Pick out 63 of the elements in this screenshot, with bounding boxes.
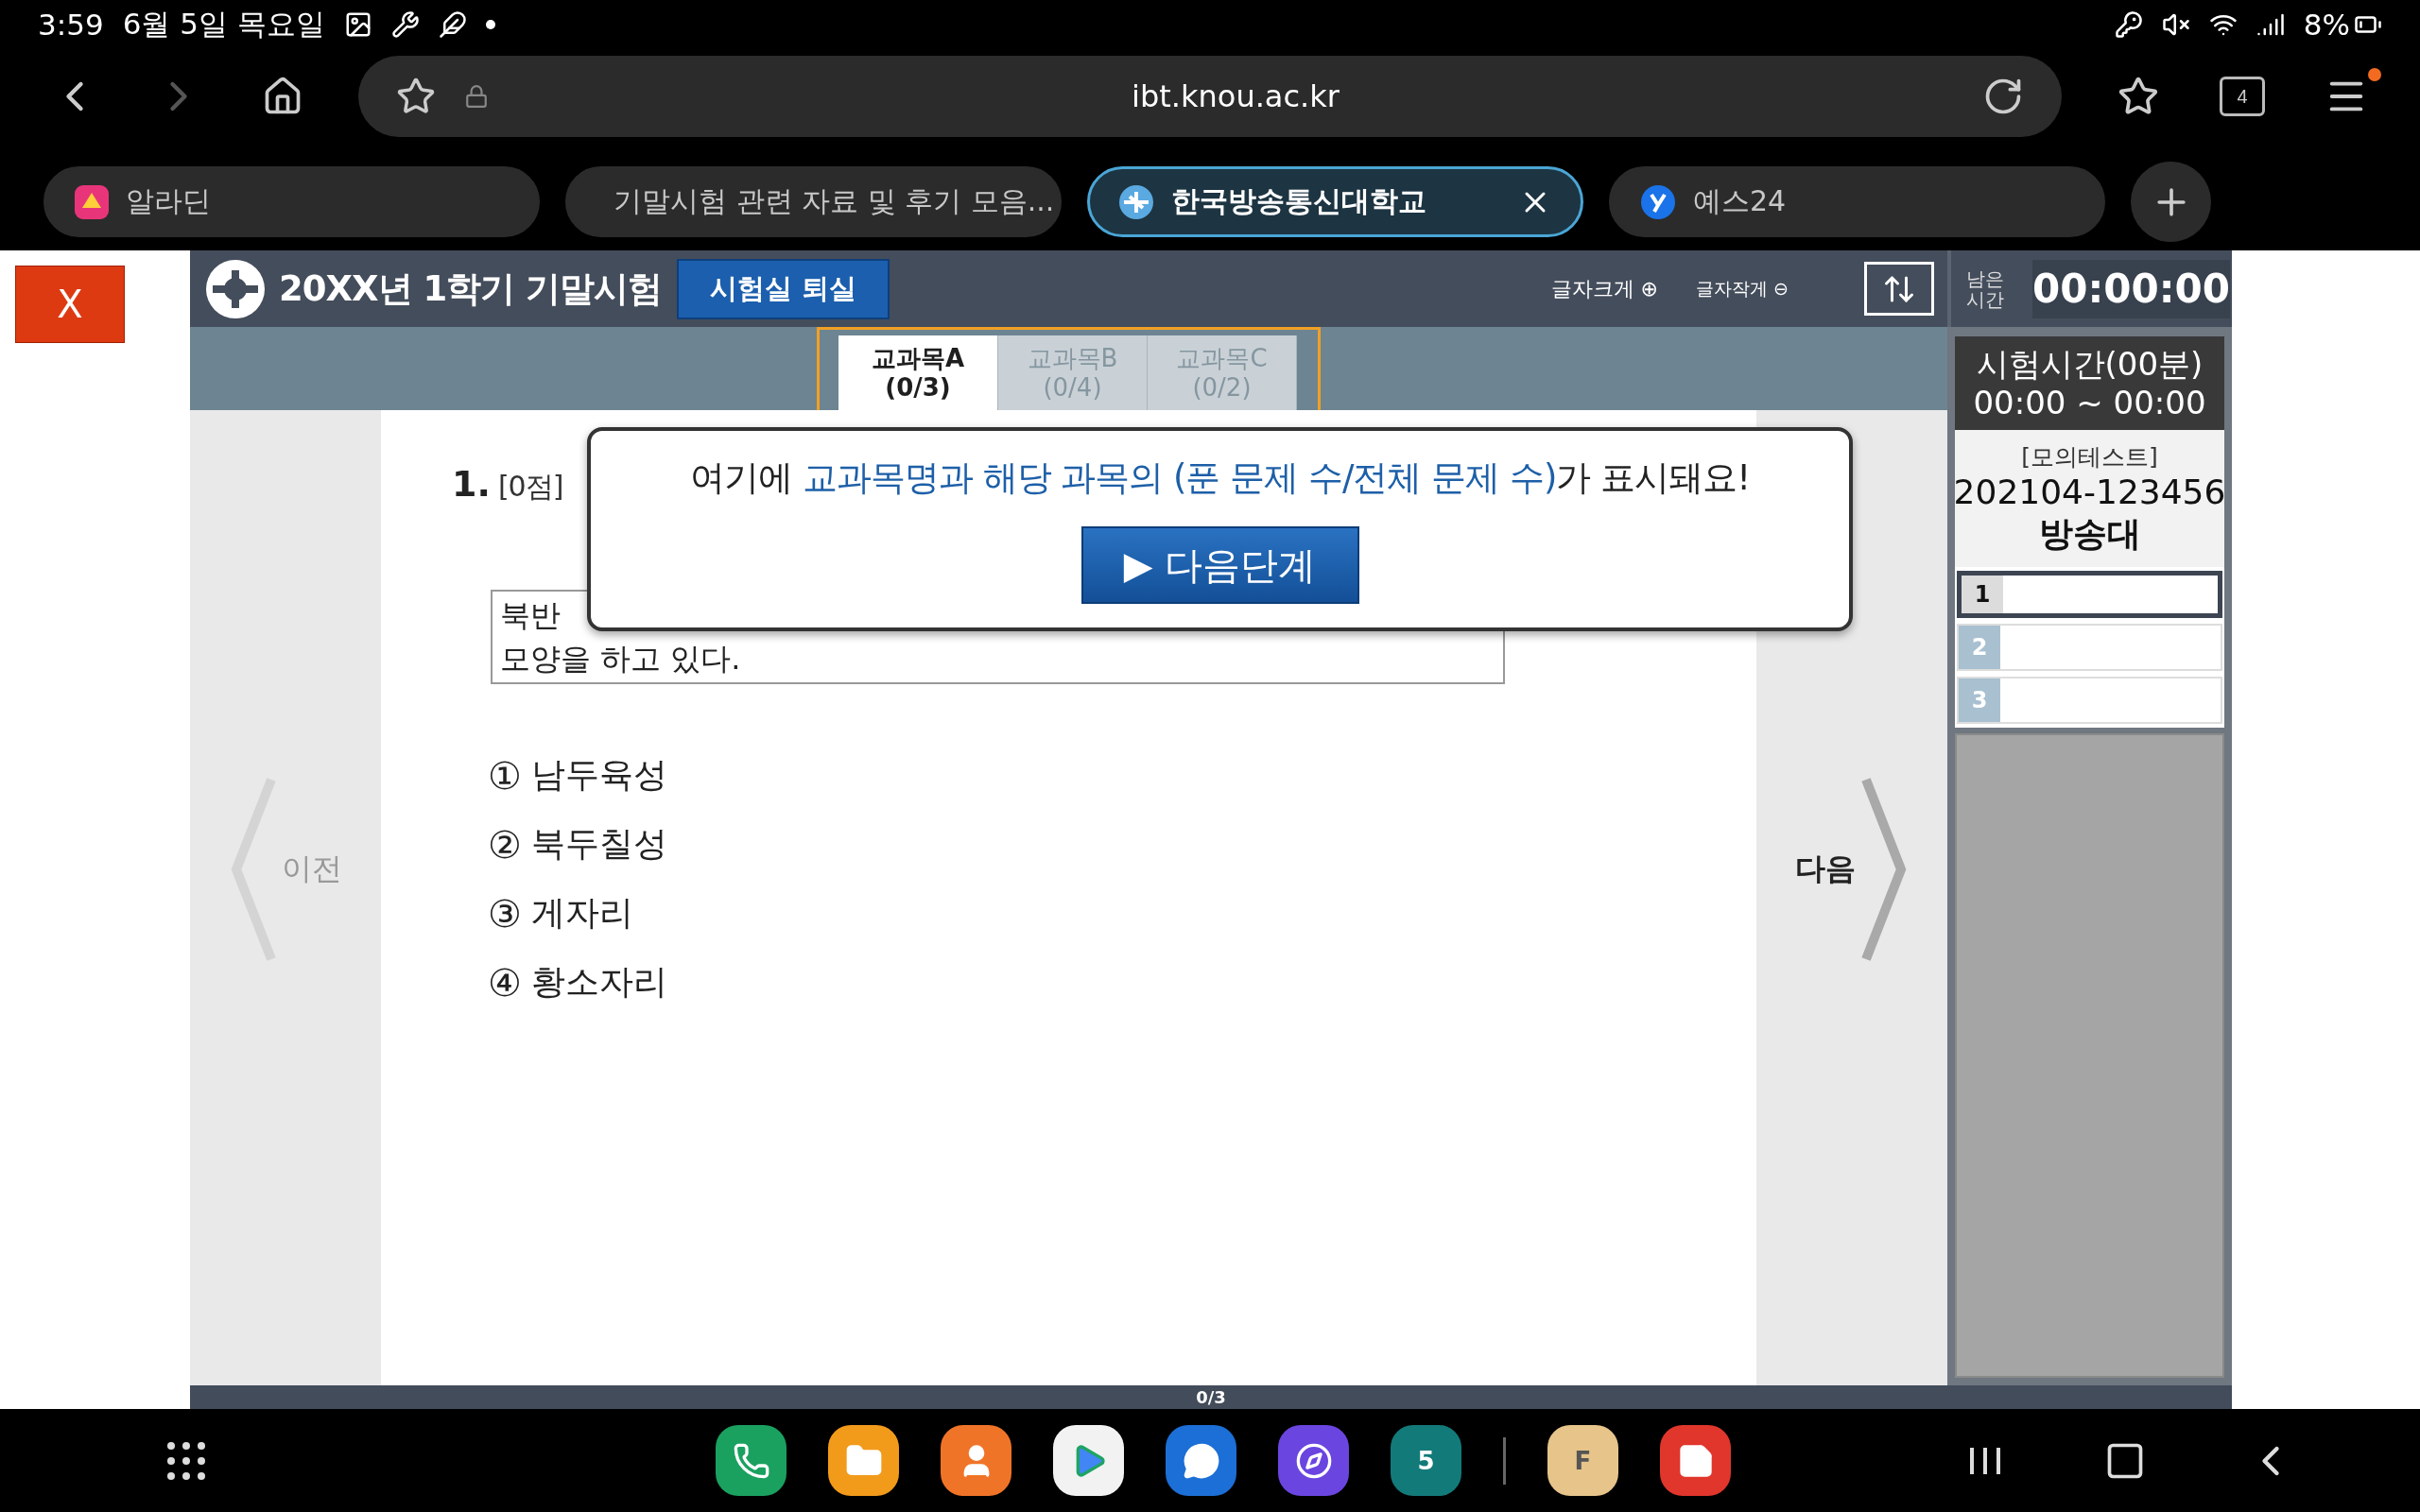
messages-app-icon[interactable] — [1166, 1425, 1236, 1496]
key-icon — [2114, 10, 2143, 39]
countdown-timer: 00:00:00 — [2032, 259, 2230, 318]
contacts-app-icon[interactable] — [941, 1425, 1011, 1496]
close-button[interactable]: X — [15, 266, 125, 343]
feather-icon — [438, 10, 467, 39]
guide-message: 여기에 교과목명과 해당 과목의 (푼 문제 수/전체 문제 수)가 표시돼요! — [690, 456, 1750, 500]
browser-tab[interactable]: 한국방송통신대학교 — [1087, 166, 1583, 237]
calendar-app-icon[interactable]: 5 — [1391, 1425, 1461, 1496]
url-text: ibt.knou.ac.kr — [1131, 78, 1340, 114]
subject-tab[interactable]: 교과목A (0/3) — [838, 335, 998, 411]
exit-button[interactable]: 시험실 퇴실 — [677, 258, 890, 319]
question-number: 1. — [452, 463, 491, 505]
option-marker[interactable]: ② — [488, 825, 522, 864]
option-marker[interactable]: ④ — [488, 963, 522, 1002]
browser-tab[interactable]: 알라딘 — [43, 166, 540, 237]
option-text[interactable]: 황소자리 — [530, 959, 667, 1005]
files-app-icon[interactable]: F — [1547, 1425, 1618, 1496]
apps-grid-icon[interactable] — [165, 1439, 207, 1482]
expand-button[interactable] — [1864, 262, 1934, 316]
clock: 3:59 — [38, 8, 104, 42]
exam-time-range: 00:00 ~ 00:00 — [1973, 383, 2206, 422]
student-id: 202104-123456 — [1953, 472, 2226, 513]
favicon-icon — [1640, 183, 1676, 220]
notification-dot — [2368, 68, 2381, 81]
wrench-icon — [390, 10, 420, 39]
folder-app-icon[interactable] — [828, 1425, 899, 1496]
test-label: [모의테스트] — [2021, 443, 2158, 472]
battery-level: 8% — [2303, 8, 2350, 42]
option-text[interactable]: 남두육성 — [530, 752, 667, 799]
student-name: 방송대 — [2038, 512, 2141, 554]
bookmark-icon[interactable] — [396, 77, 436, 116]
exam-duration: 시험시간(00분) — [1976, 344, 2204, 384]
lock-icon — [464, 84, 489, 109]
question-nav-item[interactable]: 1 — [1957, 571, 2222, 618]
next-step-button[interactable]: ▶ 다음단계 — [1080, 526, 1359, 604]
font-larger-button[interactable]: 글자크게 ⊕ — [1545, 273, 1665, 304]
date: 6월 5일 목요일 — [122, 6, 325, 43]
browser-app-icon[interactable] — [1278, 1425, 1349, 1496]
store-app-icon[interactable] — [1053, 1425, 1124, 1496]
favicon-icon — [1118, 183, 1154, 220]
phone-app-icon[interactable] — [716, 1425, 786, 1496]
question-points: [0점] — [497, 469, 563, 505]
browser-tab[interactable]: 예스24 — [1609, 166, 2105, 237]
address-bar[interactable]: ibt.knou.ac.kr — [358, 56, 2062, 137]
passage-line: 모양을 하고 있다. — [500, 640, 741, 679]
font-smaller-button[interactable]: 글자작게 ⊖ — [1690, 275, 1794, 302]
option-text[interactable]: 게자리 — [530, 890, 633, 936]
option-marker[interactable]: ③ — [488, 894, 522, 933]
next-button[interactable]: 다음 — [1795, 775, 1909, 964]
favicon-icon — [75, 184, 109, 219]
notes-app-icon[interactable] — [1660, 1425, 1731, 1496]
dot-icon — [485, 20, 495, 29]
progress-count: 0/3 — [1196, 1387, 1226, 1407]
option-text[interactable]: 북두칠성 — [530, 821, 667, 868]
tabs-button[interactable]: 4 — [2190, 59, 2294, 134]
passage-line: 북반 — [500, 596, 561, 635]
option-marker[interactable]: ① — [488, 756, 522, 795]
logo-icon — [205, 258, 266, 319]
remaining-time-label: 남은 시간 — [1966, 267, 2004, 310]
browser-tab[interactable]: 기말시험 관련 자료 및 후기 모음... — [565, 166, 1062, 237]
chevron-right-icon — [1861, 775, 1909, 964]
exam-title: 20XX년 1학기 기말시험 — [279, 266, 663, 311]
